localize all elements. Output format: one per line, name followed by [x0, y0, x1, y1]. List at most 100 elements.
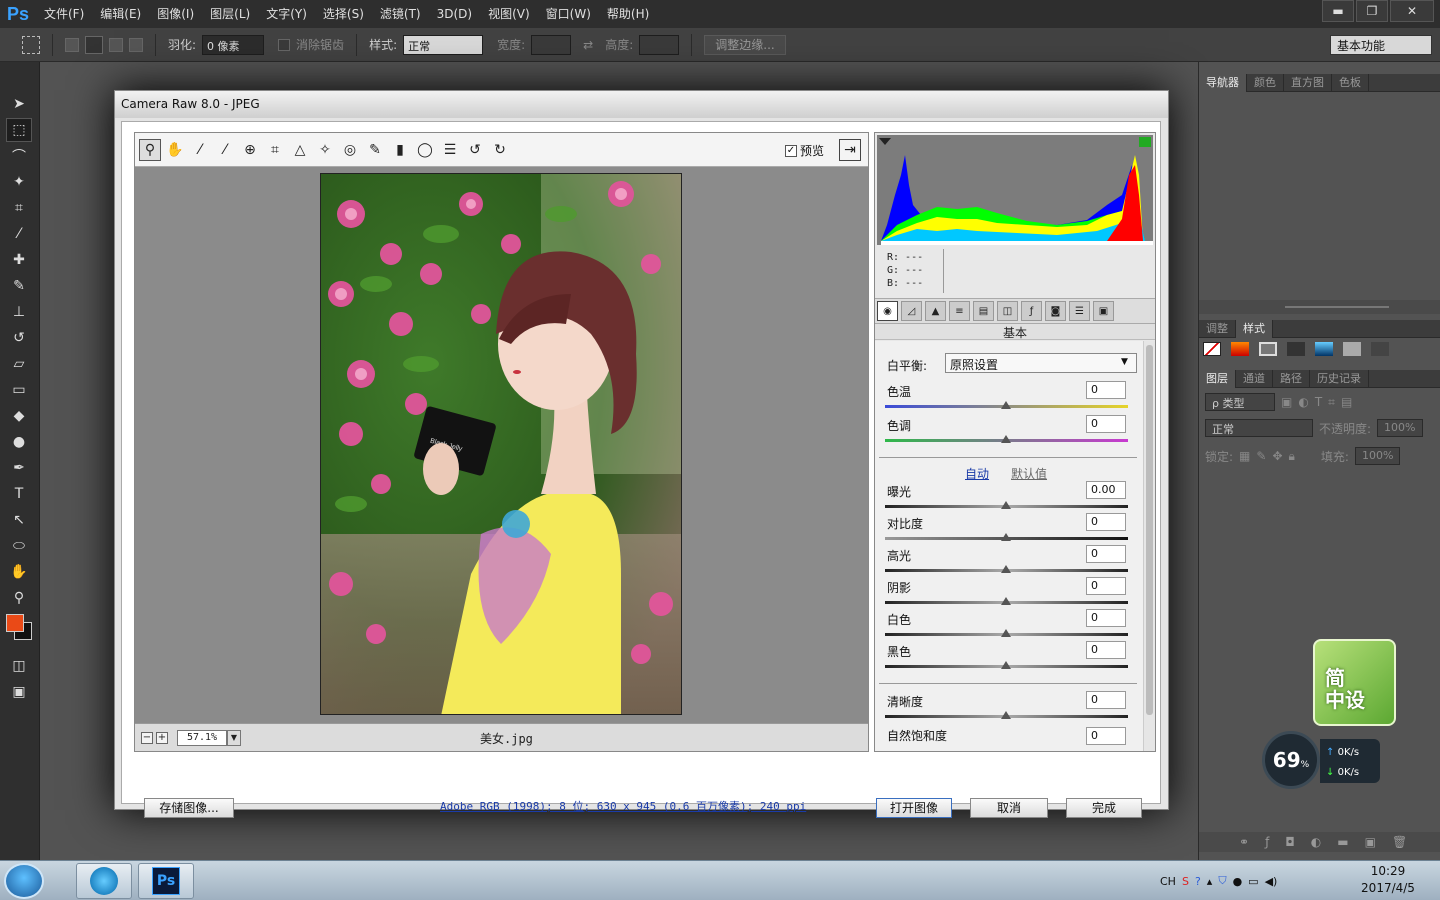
hand-icon[interactable]: ✋ — [164, 139, 186, 161]
style-swatch[interactable] — [1231, 342, 1249, 356]
contrast-value[interactable]: 0 — [1086, 513, 1126, 531]
crop-icon[interactable]: ⌗ — [264, 139, 286, 161]
white-balance-select[interactable]: 原照设置 — [945, 353, 1137, 373]
highlights-slider-thumb[interactable] — [1001, 565, 1011, 573]
ime-icon[interactable]: S — [1182, 875, 1189, 888]
menu-select[interactable]: 选择(S) — [315, 0, 372, 28]
zoom-tool-icon[interactable]: ⚲ — [6, 586, 32, 610]
tab-styles[interactable]: 样式 — [1236, 319, 1273, 338]
exposure-slider-thumb[interactable] — [1001, 501, 1011, 509]
zoom-in-button[interactable]: + — [156, 731, 168, 744]
contrast-slider-thumb[interactable] — [1001, 533, 1011, 541]
done-button[interactable]: 完成 — [1066, 798, 1142, 818]
lock-position-icon[interactable]: ✥ — [1272, 449, 1282, 463]
antialias-checkbox[interactable] — [278, 38, 291, 51]
preview-canvas[interactable]: Black Jelly — [135, 167, 868, 723]
tab-navigator[interactable]: 导航器 — [1199, 73, 1247, 92]
move-tool-icon[interactable]: ➤ — [6, 92, 32, 116]
blur-tool-icon[interactable]: ◆ — [6, 404, 32, 428]
menu-window[interactable]: 窗口(W) — [538, 0, 599, 28]
crop-tool-icon[interactable]: ⌗ — [6, 196, 32, 220]
magic-wand-tool-icon[interactable]: ✦ — [6, 170, 32, 194]
workspace-select[interactable]: 基本功能 — [1330, 35, 1432, 55]
menu-image[interactable]: 图像(I) — [149, 0, 202, 28]
white-balance-icon[interactable]: ⁄ — [189, 139, 211, 161]
start-button[interactable] — [4, 863, 44, 899]
restore-button[interactable]: ❐ — [1356, 0, 1388, 22]
snapshots-tab-icon[interactable]: ▣ — [1093, 301, 1114, 321]
tone-curve-tab-icon[interactable]: ◿ — [901, 301, 922, 321]
network-speed-widget[interactable]: ↑ 0K/s ↓ 0K/s 69% — [1262, 731, 1382, 791]
foreground-color-swatch[interactable] — [6, 614, 24, 632]
zoom-out-button[interactable]: − — [141, 731, 153, 744]
style-swatch[interactable] — [1371, 342, 1389, 356]
qq-icon[interactable]: ● — [1233, 875, 1243, 888]
cancel-button[interactable]: 取消 — [970, 798, 1048, 818]
tray-expand-icon[interactable]: ▴ — [1207, 875, 1213, 888]
filter-image-icon[interactable]: ▣ — [1281, 395, 1292, 409]
menu-type[interactable]: 文字(Y) — [258, 0, 315, 28]
layer-kind-select[interactable]: ρ 类型 — [1205, 393, 1275, 411]
ellipse-tool-icon[interactable]: ⬭ — [6, 534, 32, 558]
healing-brush-icon[interactable]: ✚ — [6, 248, 32, 272]
shadows-value[interactable]: 0 — [1086, 577, 1126, 595]
style-swatch[interactable] — [1287, 342, 1305, 356]
tab-paths[interactable]: 路径 — [1273, 369, 1310, 388]
tab-layers[interactable]: 图层 — [1199, 369, 1236, 388]
filter-shape-icon[interactable]: ⌗ — [1328, 395, 1335, 410]
style-swatch[interactable] — [1315, 342, 1333, 356]
scrollbar-thumb[interactable] — [1146, 345, 1153, 715]
graduated-filter-icon[interactable]: ▮ — [389, 139, 411, 161]
swap-icon[interactable]: ⇄ — [583, 38, 593, 52]
lock-all-icon[interactable]: 🔒︎ — [1289, 449, 1295, 464]
fill-input[interactable]: 100% — [1354, 447, 1401, 465]
exposure-value[interactable]: 0.00 — [1086, 481, 1126, 499]
radial-filter-icon[interactable]: ◯ — [414, 139, 436, 161]
close-button[interactable]: ✕ — [1390, 0, 1434, 22]
screen-mode-icon[interactable]: ▣ — [6, 680, 32, 704]
pen-tool-icon[interactable]: ✒ — [6, 456, 32, 480]
preferences-icon[interactable]: ☰ — [439, 139, 461, 161]
refine-edge-button[interactable]: 调整边缘... — [704, 34, 786, 55]
blacks-value[interactable]: 0 — [1086, 641, 1126, 659]
straighten-icon[interactable]: △ — [289, 139, 311, 161]
tab-histogram[interactable]: 直方图 — [1284, 73, 1332, 92]
highlight-clip-icon[interactable] — [1139, 137, 1151, 147]
open-image-button[interactable]: 打开图像 — [876, 798, 952, 818]
eraser-tool-icon[interactable]: ▱ — [6, 352, 32, 376]
width-input[interactable] — [531, 34, 572, 55]
spot-removal-icon[interactable]: ✧ — [314, 139, 336, 161]
presets-tab-icon[interactable]: ☰ — [1069, 301, 1090, 321]
tab-adjustments[interactable]: 调整 — [1199, 319, 1236, 338]
adjustment-brush-icon[interactable]: ✎ — [364, 139, 386, 161]
whites-value[interactable]: 0 — [1086, 609, 1126, 627]
clarity-value[interactable]: 0 — [1086, 691, 1126, 709]
navigator-zoom-slider[interactable] — [1199, 300, 1440, 314]
menu-layer[interactable]: 图层(L) — [202, 0, 258, 28]
auto-link[interactable]: 自动 — [965, 465, 989, 482]
effects-tab-icon[interactable]: ƒ — [1021, 301, 1042, 321]
tint-slider-thumb[interactable] — [1001, 435, 1011, 443]
path-selection-icon[interactable]: ↖ — [6, 508, 32, 532]
menu-view[interactable]: 视图(V) — [480, 0, 538, 28]
language-indicator[interactable]: CH — [1160, 875, 1176, 888]
feather-input[interactable]: 0 像素 — [202, 34, 265, 55]
targeted-adjust-icon[interactable]: ⊕ — [239, 139, 261, 161]
style-swatch[interactable] — [1259, 342, 1277, 356]
menu-help[interactable]: 帮助(H) — [599, 0, 657, 28]
menu-file[interactable]: 文件(F) — [36, 0, 92, 28]
rotate-left-icon[interactable]: ↺ — [464, 139, 486, 161]
trash-icon[interactable]: 🗑︎ — [1392, 835, 1407, 849]
style-swatch[interactable] — [1203, 342, 1221, 356]
new-adjustment-icon[interactable]: ◐ — [1311, 835, 1321, 849]
temperature-slider-thumb[interactable] — [1001, 401, 1011, 409]
style-select[interactable]: 正常 — [403, 34, 484, 55]
basic-tab-icon[interactable]: ◉ — [877, 301, 898, 321]
lock-pixels-icon[interactable]: ✎ — [1256, 449, 1266, 463]
filter-type-icon[interactable]: T — [1315, 395, 1322, 409]
whites-slider-thumb[interactable] — [1001, 629, 1011, 637]
help-icon[interactable]: ? — [1195, 875, 1201, 888]
filter-smart-icon[interactable]: ▤ — [1341, 395, 1352, 409]
fx-icon[interactable]: ƒ — [1265, 835, 1269, 849]
height-input[interactable] — [639, 34, 680, 55]
